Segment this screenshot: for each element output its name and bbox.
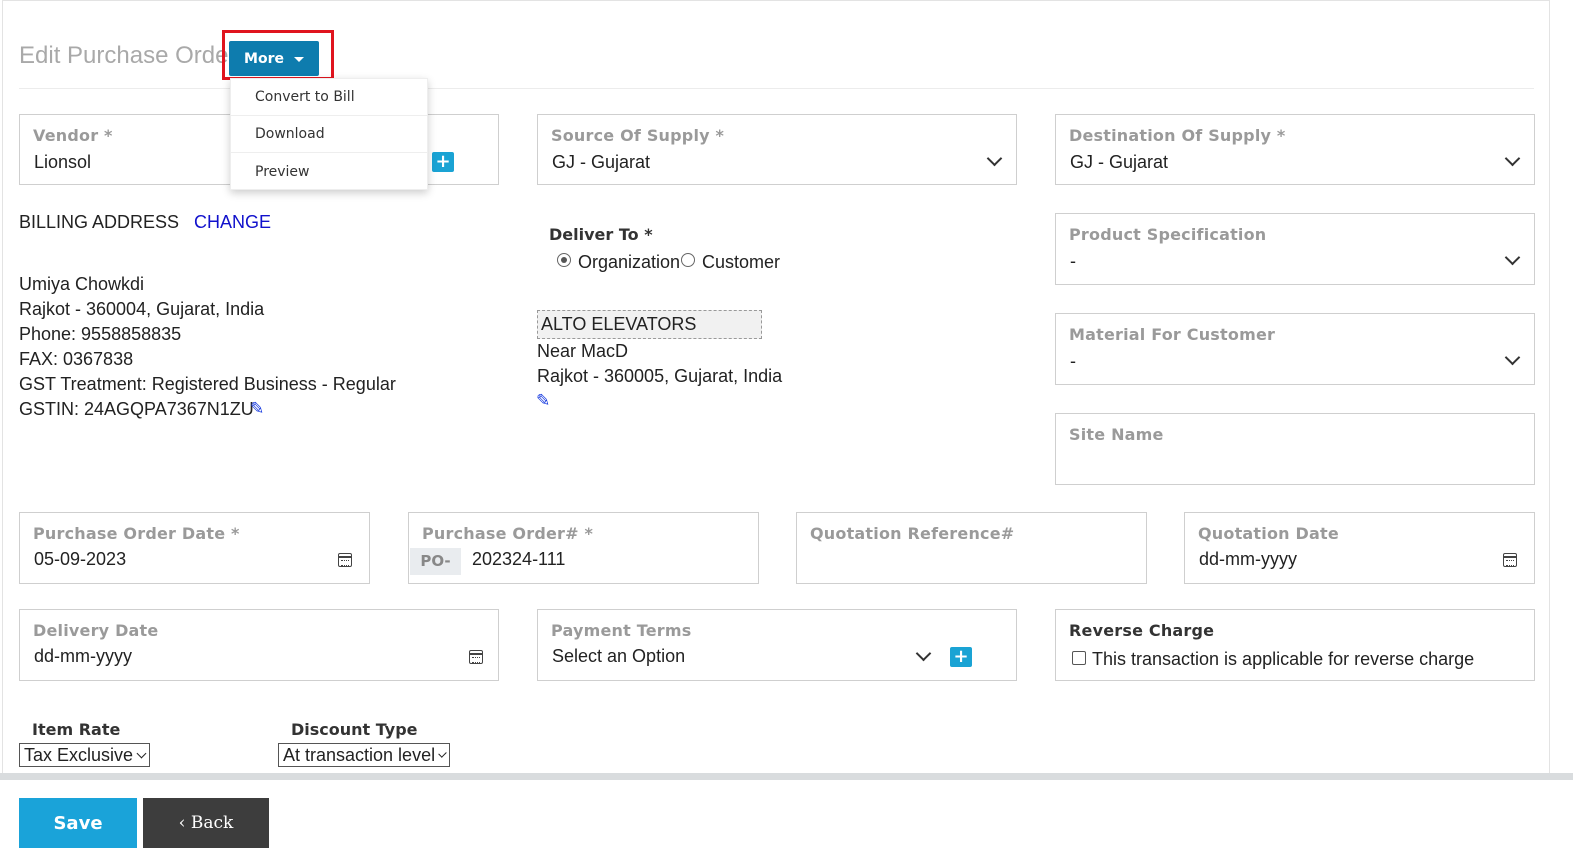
item-rate-select[interactable]: Tax Exclusive: [19, 743, 150, 767]
billing-line: GST Treatment: Registered Business - Reg…: [19, 374, 396, 394]
chevron-down-icon: [438, 748, 447, 758]
chevron-down-icon: [1504, 150, 1521, 167]
add-payment-term-icon[interactable]: +: [950, 647, 972, 667]
billing-line: Umiya Chowkdi: [19, 274, 145, 294]
reverse-charge-label: Reverse Charge: [1069, 621, 1215, 640]
product-specification-value: -: [1070, 251, 1076, 271]
calendar-icon[interactable]: [338, 553, 352, 567]
reverse-charge-checkbox-label: This transaction is applicable for rever…: [1092, 649, 1475, 669]
purchase-order-date-value: 05-09-2023: [34, 549, 127, 569]
item-rate-label: Item Rate: [32, 720, 121, 739]
payment-terms-value: Select an Option: [552, 646, 686, 666]
chevron-down-icon: [1504, 349, 1521, 366]
deliver-to-customer-label: Customer: [702, 252, 781, 272]
quotation-date-value: dd-mm-yyyy: [1199, 549, 1297, 569]
deliver-to-customer-radio[interactable]: [681, 253, 695, 267]
item-rate-value: Tax Exclusive: [24, 745, 134, 765]
purchase-order-number-value: 202324-111: [472, 549, 566, 569]
deliver-to-organization-label: Organization: [578, 252, 681, 272]
payment-terms-label: Payment Terms: [551, 621, 692, 640]
edit-gstin-pencil-icon[interactable]: ✎: [250, 400, 264, 417]
billing-address-heading: BILLING ADDRESS: [19, 212, 180, 232]
caret-down-icon: [293, 57, 304, 62]
deliver-to-organization-radio[interactable]: [557, 253, 571, 267]
quotation-reference-label: Quotation Reference#: [810, 524, 1015, 543]
menu-item-convert-to-bill[interactable]: Convert to Bill: [231, 79, 427, 116]
vendor-label: Vendor *: [33, 126, 113, 145]
billing-line: Rajkot - 360004, Gujarat, India: [19, 299, 265, 319]
change-billing-address-link[interactable]: CHANGE: [194, 212, 271, 233]
chevron-down-icon: [1504, 249, 1521, 266]
more-dropdown-menu: Convert to Bill Download Preview: [230, 78, 428, 190]
delivery-date-input[interactable]: Delivery Date dd-mm-yyyy: [19, 609, 499, 681]
billing-line: GSTIN: 24AGQPA7367N1ZU: [19, 399, 254, 419]
po-prefix-badge: PO-: [410, 548, 461, 575]
chevron-down-icon: [986, 150, 1003, 167]
discount-type-value: At transaction level: [283, 745, 436, 765]
delivery-date-value: dd-mm-yyyy: [34, 646, 132, 666]
material-for-customer-label: Material For Customer: [1069, 325, 1276, 344]
purchase-order-number-label: Purchase Order# *: [422, 524, 594, 543]
destination-of-supply-label: Destination Of Supply *: [1069, 126, 1286, 145]
discount-type-label: Discount Type: [291, 720, 418, 739]
material-for-customer-value: -: [1070, 351, 1076, 371]
chevron-down-icon: [136, 748, 147, 758]
quotation-date-label: Quotation Date: [1198, 524, 1339, 543]
edit-delivery-address-pencil-icon[interactable]: ✎: [536, 392, 550, 409]
billing-line: FAX: 0367838: [19, 349, 134, 369]
delivery-address-line: Near MacD: [537, 341, 629, 361]
source-of-supply-label: Source Of Supply *: [551, 126, 725, 145]
discount-type-select[interactable]: At transaction level: [278, 743, 450, 767]
payment-terms-select[interactable]: Payment Terms Select an Option +: [537, 609, 1017, 681]
delivery-date-label: Delivery Date: [33, 621, 159, 640]
more-button-label: More: [244, 50, 284, 67]
quotation-reference-input[interactable]: Quotation Reference#: [796, 512, 1147, 584]
billing-line: Phone: 9558858835: [19, 324, 182, 344]
product-specification-label: Product Specification: [1069, 225, 1267, 244]
more-button[interactable]: More: [229, 41, 319, 76]
destination-of-supply-value: GJ - Gujarat: [1070, 152, 1169, 172]
footer-separator: [0, 773, 1573, 780]
purchase-order-date-label: Purchase Order Date *: [33, 524, 240, 543]
menu-item-download[interactable]: Download: [231, 116, 427, 153]
chevron-down-icon: [915, 645, 932, 662]
menu-item-preview[interactable]: Preview: [231, 153, 427, 190]
product-specification-select[interactable]: Product Specification -: [1055, 213, 1535, 285]
source-of-supply-value: GJ - Gujarat: [552, 152, 651, 172]
deliver-to-label: Deliver To *: [549, 225, 653, 244]
purchase-order-number-input[interactable]: Purchase Order# * PO- 202324-111: [408, 512, 759, 584]
source-of-supply-select[interactable]: Source Of Supply * GJ - Gujarat: [537, 114, 1017, 185]
reverse-charge-checkbox[interactable]: [1072, 651, 1086, 665]
reverse-charge-field: Reverse Charge This transaction is appli…: [1055, 609, 1535, 681]
save-button[interactable]: Save: [19, 798, 137, 848]
destination-of-supply-select[interactable]: Destination Of Supply * GJ - Gujarat: [1055, 114, 1535, 185]
calendar-icon[interactable]: [469, 650, 483, 664]
material-for-customer-select[interactable]: Material For Customer -: [1055, 313, 1535, 385]
vendor-value: Lionsol: [34, 152, 92, 172]
quotation-date-input[interactable]: Quotation Date dd-mm-yyyy: [1184, 512, 1535, 584]
page-title: Edit Purchase Order: [19, 42, 237, 69]
delivery-address-line: Rajkot - 360005, Gujarat, India: [537, 366, 783, 386]
calendar-icon[interactable]: [1503, 553, 1517, 567]
add-vendor-icon[interactable]: +: [432, 152, 454, 172]
purchase-order-date-input[interactable]: Purchase Order Date * 05-09-2023: [19, 512, 370, 584]
delivery-address-name: ALTO ELEVATORS: [537, 310, 762, 339]
right-gutter: [1550, 0, 1573, 773]
site-name-label: Site Name: [1069, 425, 1164, 444]
site-name-input[interactable]: Site Name: [1055, 413, 1535, 485]
back-button[interactable]: ‹ Back: [143, 798, 269, 848]
